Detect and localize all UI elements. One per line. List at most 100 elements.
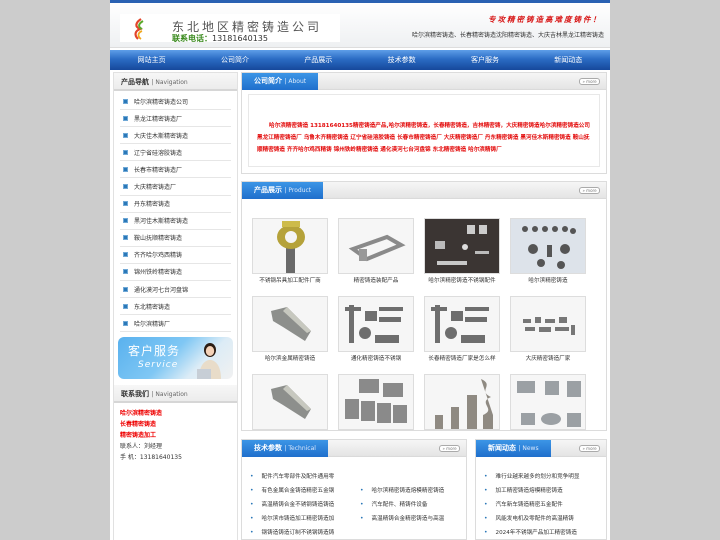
product-card[interactable]: 哈尔滨精密铸造不锈钢配件: [424, 218, 500, 292]
news-tab[interactable]: 新闻动态 | News: [476, 440, 551, 457]
product-card[interactable]: [338, 374, 414, 448]
bullet-icon: •: [484, 529, 488, 536]
sidebar-nav-label: 黑龙江精密铸造厂: [134, 115, 183, 123]
product-image[interactable]: [424, 218, 500, 274]
product-caption[interactable]: 哈尔滨金属精密铸造: [252, 352, 328, 370]
tech-item[interactable]: • 高温精铸合金精密铸造与高温: [360, 512, 470, 526]
product-card[interactable]: 精密铸造装配产品: [338, 218, 414, 292]
sidebar-nav-label: 东北精密铸造: [134, 303, 171, 311]
tech-item-label: 高温精铸合金不锈钢铸造铸造: [261, 502, 335, 508]
product-caption[interactable]: 长春精密铸造厂家是怎么样: [424, 352, 500, 370]
nav-about[interactable]: 公司简介: [193, 50, 276, 70]
sidebar-nav-item[interactable]: 黑龙江精密铸造厂: [120, 110, 231, 128]
sidebar-nav-item[interactable]: 哈尔滨精密铸造公司: [120, 93, 231, 111]
sidebar-nav-item[interactable]: 大庆精密铸造厂: [120, 178, 231, 196]
sidebar-nav-item[interactable]: 大庆佳木斯精密铸造: [120, 127, 231, 145]
nav-home[interactable]: 网站主页: [110, 50, 193, 70]
news-item[interactable]: • 汽车新车铸造精密五金配件: [484, 498, 600, 512]
product-image[interactable]: [510, 374, 586, 430]
news-item-label: 风能发电机及零配件的高温精铸: [495, 516, 574, 522]
product-caption[interactable]: 哈尔滨精密铸造: [510, 274, 586, 292]
sidebar-nav-label: 齐齐哈尔鸡西精铸: [134, 252, 183, 260]
sidebar-nav-item[interactable]: 齐齐哈尔鸡西精铸: [120, 247, 231, 264]
product-card[interactable]: 大庆精密铸造厂家: [510, 296, 586, 370]
nav-service[interactable]: 客户服务: [443, 50, 526, 70]
news-item[interactable]: • 加工精密铸造熔模精密铸造: [484, 484, 600, 498]
contact-link[interactable]: 精密铸造加工: [120, 430, 231, 441]
bullet-icon: •: [360, 487, 364, 494]
product-image[interactable]: [424, 374, 500, 430]
sidebar-nav-item[interactable]: 鞍山抚顺精密铸造: [120, 230, 231, 247]
product-image[interactable]: [252, 218, 328, 274]
news-item[interactable]: • 2024年不锈钢产品加工精密铸造: [484, 526, 600, 540]
service-banner-en: Service: [138, 360, 179, 371]
product-caption[interactable]: 大庆精密铸造厂家: [510, 352, 586, 370]
product-image[interactable]: [510, 296, 586, 352]
product-image[interactable]: [252, 374, 328, 430]
product-card[interactable]: 不锈钢吊具加工配件厂商: [252, 218, 328, 292]
product-caption[interactable]: 精密铸造装配产品: [338, 274, 414, 292]
product-image[interactable]: [252, 296, 328, 352]
about-tab[interactable]: 公司简介 | About: [242, 73, 319, 90]
sidebar-nav-item[interactable]: 长春市精密铸造厂: [120, 161, 231, 179]
tech-list: • 配件汽车零部件及配件通用零 • 有色金属合金铸造精密五金钢 • 哈尔滨精密铸造熔模精密…: [242, 457, 466, 540]
product-card[interactable]: [424, 374, 500, 448]
about-more-button[interactable]: » more: [579, 78, 600, 85]
tech-item[interactable]: • 汽车配件、精铸件设备: [360, 498, 470, 512]
news-more-button[interactable]: » more: [579, 445, 600, 452]
product-nav-list: 哈尔滨精密铸造公司 黑龙江精密铸造厂大庆佳木斯精密铸造辽宁省硅溶胶铸造长春市精密铸…: [114, 91, 237, 333]
sidebar-nav-item[interactable]: 哈尔滨精铸厂: [120, 315, 231, 333]
sidebar-nav-item[interactable]: 东北精密铸造: [120, 298, 231, 316]
products-tab[interactable]: 产品展示 | Product: [242, 182, 324, 199]
tech-item[interactable]: • 有色金属合金铸造精密五金钢: [250, 484, 360, 498]
product-card[interactable]: 长春精密铸造厂家是怎么样: [424, 296, 500, 370]
product-card[interactable]: 哈尔滨金属精密铸造: [252, 296, 328, 370]
product-caption[interactable]: 通化精密铸造不锈钢: [338, 352, 414, 370]
tech-item[interactable]: • 配件汽车零部件及配件通用零: [250, 470, 360, 484]
nav-news[interactable]: 新闻动态: [527, 50, 610, 70]
customer-service-banner[interactable]: 客户服务 Service: [118, 337, 233, 380]
product-image[interactable]: [510, 218, 586, 274]
product-image[interactable]: [338, 296, 414, 352]
nav-tech[interactable]: 技术参数: [360, 50, 443, 70]
sidebar-nav-label: 哈尔滨精密铸造公司: [134, 98, 189, 106]
logo-area[interactable]: 东北地区精密铸造公司 联系电话：13181640135: [120, 14, 340, 43]
product-card[interactable]: [510, 374, 586, 448]
contact-link[interactable]: 长春精密铸造: [120, 419, 231, 430]
products-more-button[interactable]: » more: [579, 187, 600, 194]
product-card[interactable]: 通化精密铸造不锈钢: [338, 296, 414, 370]
cast-levers-image: [425, 297, 499, 351]
sidebar-nav-item[interactable]: 锦州铁岭精密铸造: [120, 264, 231, 282]
sidebar-nav-item[interactable]: 丹东精密铸造: [120, 196, 231, 213]
contact-link[interactable]: 哈尔滨精密铸造: [120, 408, 231, 419]
sidebar-nav-label: 通化漠河七台河盘锦: [134, 286, 189, 294]
tech-item-label: 哈尔滨精密铸造熔模精密铸造: [371, 488, 445, 494]
sidebar-nav-item[interactable]: 黑河佳木斯精密铸造: [120, 213, 231, 230]
news-item[interactable]: • 风能发电机及零配件的高温精铸: [484, 512, 600, 526]
product-image[interactable]: [338, 218, 414, 274]
steel-frame-bracket-image: [339, 219, 413, 273]
news-section: 新闻动态 | News » more • 难行业越来越多的划分和竞争明显 • 加工精密…: [475, 439, 607, 540]
tech-item[interactable]: • 哈尔滨精密铸造熔模精密铸造: [360, 484, 470, 498]
phone-label: 联系电话：: [172, 34, 212, 43]
product-caption[interactable]: 不锈钢吊具加工配件厂商: [252, 274, 328, 292]
tech-item[interactable]: • 钢铸造铸造订制不锈钢铸造铸: [250, 526, 360, 540]
sidebar-nav-label: 辽宁省硅溶胶铸造: [134, 149, 183, 157]
product-card[interactable]: [252, 374, 328, 448]
sidebar-nav-item[interactable]: 通化漠河七台河盘锦: [120, 281, 231, 299]
product-caption[interactable]: 哈尔滨精密铸造不锈钢配件: [424, 274, 500, 292]
tech-title: 技术参数: [254, 444, 282, 452]
about-title: 公司简介: [254, 77, 282, 85]
product-image[interactable]: [424, 296, 500, 352]
tech-item[interactable]: • 高温精铸合金不锈钢铸造铸造: [250, 498, 360, 512]
products-header: 产品展示 | Product » more: [242, 182, 606, 199]
product-image[interactable]: [338, 374, 414, 430]
sidebar-nav-item[interactable]: 辽宁省硅溶胶铸造: [120, 144, 231, 162]
news-item[interactable]: • 难行业越来越多的划分和竞争明显: [484, 470, 600, 484]
nav-products[interactable]: 产品展示: [277, 50, 360, 70]
tech-item[interactable]: • 哈尔滨市铸造加工精密铸造加: [250, 512, 360, 526]
tech-more-button[interactable]: » more: [439, 445, 460, 452]
product-card[interactable]: 哈尔滨精密铸造: [510, 218, 586, 292]
tech-tab[interactable]: 技术参数 | Technical: [242, 440, 328, 457]
bullet-icon: •: [484, 473, 488, 480]
